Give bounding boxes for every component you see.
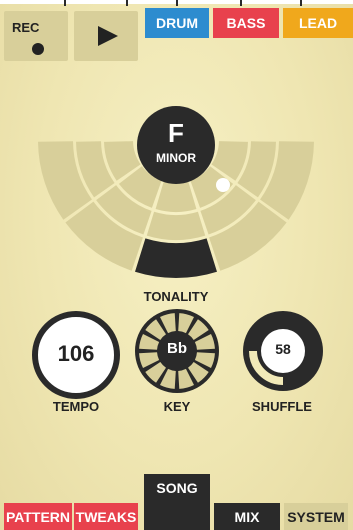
tab-pattern[interactable]: PATTERN [4, 503, 72, 530]
tab-mix[interactable]: MIX [214, 503, 280, 530]
tab-label: MIX [234, 508, 260, 525]
tab-system[interactable]: SYSTEM [284, 503, 348, 530]
tonality-segment[interactable] [155, 181, 197, 212]
tab-label: TWEAKS [75, 508, 137, 525]
shuffle-label: SHUFFLE [252, 399, 312, 414]
key-label: KEY [163, 399, 191, 414]
tempo-value: 106 [57, 341, 95, 366]
selection-dot [216, 178, 230, 192]
tempo-label: TEMPO [52, 399, 100, 414]
tab-song[interactable]: SONG [144, 474, 210, 530]
shuffle-value: 58 [275, 341, 291, 357]
tonality-mode: MINOR [156, 151, 196, 165]
tonality-segment[interactable] [146, 211, 206, 240]
tab-label: SYSTEM [287, 508, 345, 525]
tempo-dial[interactable]: 106 [32, 311, 120, 399]
tonality-segment[interactable] [135, 238, 217, 278]
tonality-label: TONALITY [143, 289, 209, 304]
tonality-note: F [168, 118, 184, 148]
tonality-center[interactable]: F MINOR [137, 106, 215, 184]
tab-label: SONG [156, 480, 198, 496]
key-value: Bb [167, 340, 187, 357]
tab-tweaks[interactable]: TWEAKS [74, 503, 138, 530]
tab-label: PATTERN [5, 508, 71, 525]
